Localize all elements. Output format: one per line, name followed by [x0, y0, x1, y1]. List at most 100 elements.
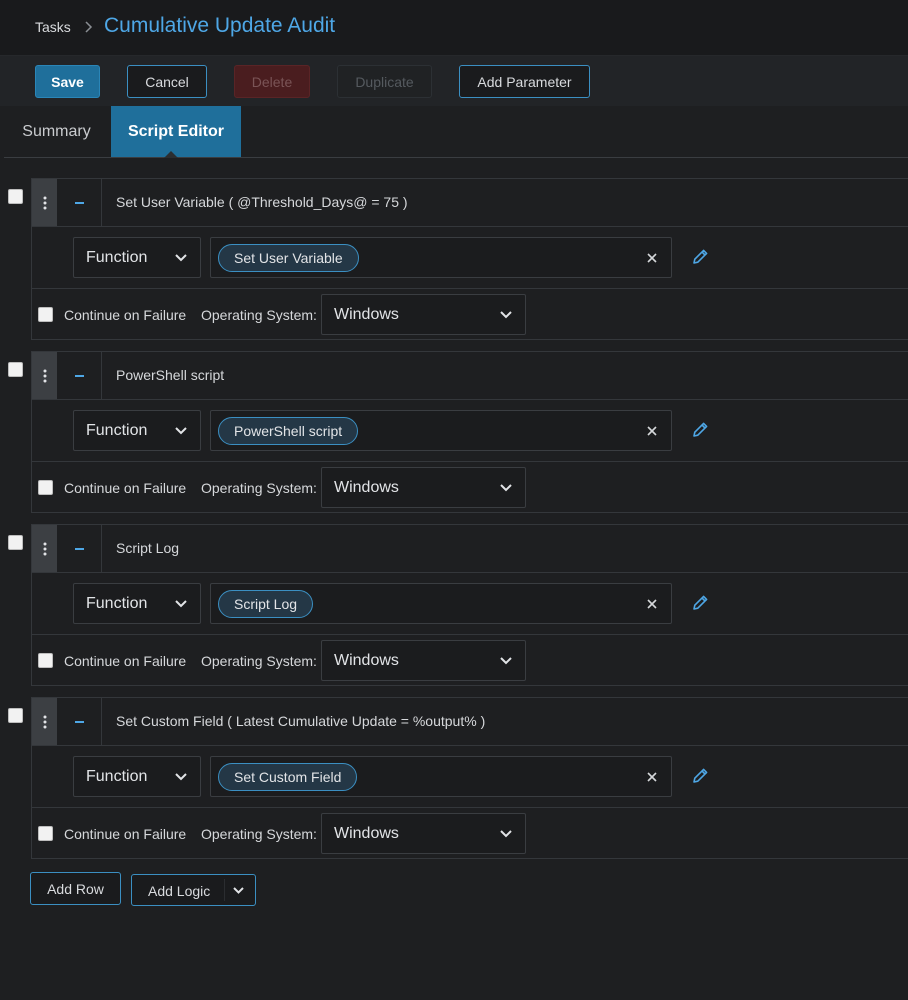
- continue-on-failure-checkbox[interactable]: [38, 307, 53, 322]
- delete-button[interactable]: Delete: [234, 65, 310, 98]
- collapse-icon[interactable]: [57, 352, 102, 399]
- kebab-dots: [43, 542, 46, 555]
- script-step: Set Custom Field ( Latest Cumulative Upd…: [31, 697, 908, 859]
- kebab-menu-icon[interactable]: [32, 525, 57, 572]
- function-type-select[interactable]: Function: [73, 410, 201, 451]
- step-header: Set User Variable ( @Threshold_Days@ = 7…: [32, 179, 908, 227]
- function-chip[interactable]: Script Log: [218, 590, 314, 618]
- pencil-icon[interactable]: [691, 766, 710, 785]
- step-header: PowerShell script: [32, 352, 908, 400]
- operating-system-select[interactable]: Windows: [321, 640, 526, 681]
- pencil-icon[interactable]: [691, 420, 710, 439]
- row-select-checkbox[interactable]: [8, 535, 23, 550]
- function-chip[interactable]: PowerShell script: [218, 417, 359, 445]
- continue-on-failure-checkbox[interactable]: [38, 480, 53, 495]
- save-button[interactable]: Save: [35, 65, 100, 98]
- function-value-field[interactable]: Script Log: [210, 583, 672, 624]
- breadcrumb-tasks[interactable]: Tasks: [35, 19, 71, 35]
- operating-system-select[interactable]: Windows: [321, 294, 526, 335]
- script-row: Set Custom Field ( Latest Cumulative Upd…: [0, 697, 908, 859]
- kebab-menu-icon[interactable]: [32, 179, 57, 226]
- row-select-checkbox[interactable]: [8, 362, 23, 377]
- continue-on-failure-label: Continue on Failure: [64, 826, 187, 842]
- chevron-down-icon: [500, 311, 512, 319]
- add-row-button[interactable]: Add Row: [30, 872, 121, 905]
- operating-system-label: Operating System:: [201, 307, 317, 323]
- collapse-icon[interactable]: [57, 525, 102, 572]
- collapse-line: [74, 201, 84, 204]
- function-row: Function Set Custom Field: [32, 746, 908, 808]
- function-row: Function Set User Variable: [32, 227, 908, 289]
- script-step: Set User Variable ( @Threshold_Days@ = 7…: [31, 178, 908, 340]
- row-select-checkbox[interactable]: [8, 708, 23, 723]
- toolbar: Save Cancel Delete Duplicate Add Paramet…: [0, 56, 908, 106]
- collapse-icon[interactable]: [57, 179, 102, 226]
- cancel-button[interactable]: Cancel: [127, 65, 207, 98]
- chevron-down-icon[interactable]: [232, 886, 245, 895]
- script-step: PowerShell script Function PowerShell sc…: [31, 351, 908, 513]
- duplicate-button[interactable]: Duplicate: [337, 65, 432, 98]
- clear-icon[interactable]: [645, 424, 659, 438]
- kebab-menu-icon[interactable]: [32, 352, 57, 399]
- options-row: Continue on Failure Operating System: Wi…: [32, 808, 908, 859]
- chevron-down-icon: [175, 773, 187, 781]
- add-logic-button[interactable]: Add Logic: [131, 874, 256, 906]
- tab-summary[interactable]: Summary: [4, 106, 109, 157]
- script-row: Set User Variable ( @Threshold_Days@ = 7…: [0, 178, 908, 340]
- continue-on-failure-label: Continue on Failure: [64, 480, 187, 496]
- operating-system-label: Operating System:: [201, 653, 317, 669]
- pencil-icon[interactable]: [691, 593, 710, 612]
- function-type-select[interactable]: Function: [73, 237, 201, 278]
- operating-system-value: Windows: [334, 479, 399, 496]
- function-row: Function Script Log: [32, 573, 908, 635]
- function-chip[interactable]: Set User Variable: [218, 244, 359, 272]
- step-header: Script Log: [32, 525, 908, 573]
- collapse-line: [74, 547, 84, 550]
- step-header: Set Custom Field ( Latest Cumulative Upd…: [32, 698, 908, 746]
- continue-on-failure-label: Continue on Failure: [64, 653, 187, 669]
- script-row: Script Log Function Script Log Continue …: [0, 524, 908, 686]
- collapse-icon[interactable]: [57, 698, 102, 745]
- function-row: Function PowerShell script: [32, 400, 908, 462]
- function-value-field[interactable]: Set User Variable: [210, 237, 672, 278]
- operating-system-label: Operating System:: [201, 826, 317, 842]
- continue-on-failure-label: Continue on Failure: [64, 307, 187, 323]
- function-type-select[interactable]: Function: [73, 756, 201, 797]
- chevron-down-icon: [500, 657, 512, 665]
- script-row: PowerShell script Function PowerShell sc…: [0, 351, 908, 513]
- options-row: Continue on Failure Operating System: Wi…: [32, 635, 908, 686]
- function-type-label: Function: [86, 595, 148, 612]
- clear-icon[interactable]: [645, 597, 659, 611]
- add-parameter-button[interactable]: Add Parameter: [459, 65, 590, 98]
- function-type-label: Function: [86, 768, 148, 785]
- options-row: Continue on Failure Operating System: Wi…: [32, 462, 908, 513]
- active-tab-indicator: [164, 151, 178, 158]
- page-title: Cumulative Update Audit: [104, 14, 336, 37]
- clear-icon[interactable]: [645, 770, 659, 784]
- function-value-field[interactable]: PowerShell script: [210, 410, 672, 451]
- function-type-label: Function: [86, 249, 148, 266]
- function-type-label: Function: [86, 422, 148, 439]
- continue-on-failure-checkbox[interactable]: [38, 653, 53, 668]
- pencil-icon[interactable]: [691, 247, 710, 266]
- script-step: Script Log Function Script Log Continue …: [31, 524, 908, 686]
- function-value-field[interactable]: Set Custom Field: [210, 756, 672, 797]
- function-chip[interactable]: Set Custom Field: [218, 763, 358, 791]
- kebab-dots: [43, 369, 46, 382]
- top-bar: Tasks Cumulative Update Audit: [0, 0, 908, 56]
- operating-system-value: Windows: [334, 825, 399, 842]
- add-logic-label: Add Logic: [148, 883, 211, 899]
- chevron-right-icon: [85, 21, 93, 33]
- function-type-select[interactable]: Function: [73, 583, 201, 624]
- tab-script-editor[interactable]: Script Editor: [111, 106, 241, 157]
- row-select-checkbox[interactable]: [8, 189, 23, 204]
- operating-system-select[interactable]: Windows: [321, 813, 526, 854]
- continue-on-failure-checkbox[interactable]: [38, 826, 53, 841]
- kebab-menu-icon[interactable]: [32, 698, 57, 745]
- operating-system-select[interactable]: Windows: [321, 467, 526, 508]
- chevron-down-icon: [175, 427, 187, 435]
- chevron-down-icon: [500, 484, 512, 492]
- chevron-down-icon: [175, 254, 187, 262]
- clear-icon[interactable]: [645, 251, 659, 265]
- chevron-down-icon: [175, 600, 187, 608]
